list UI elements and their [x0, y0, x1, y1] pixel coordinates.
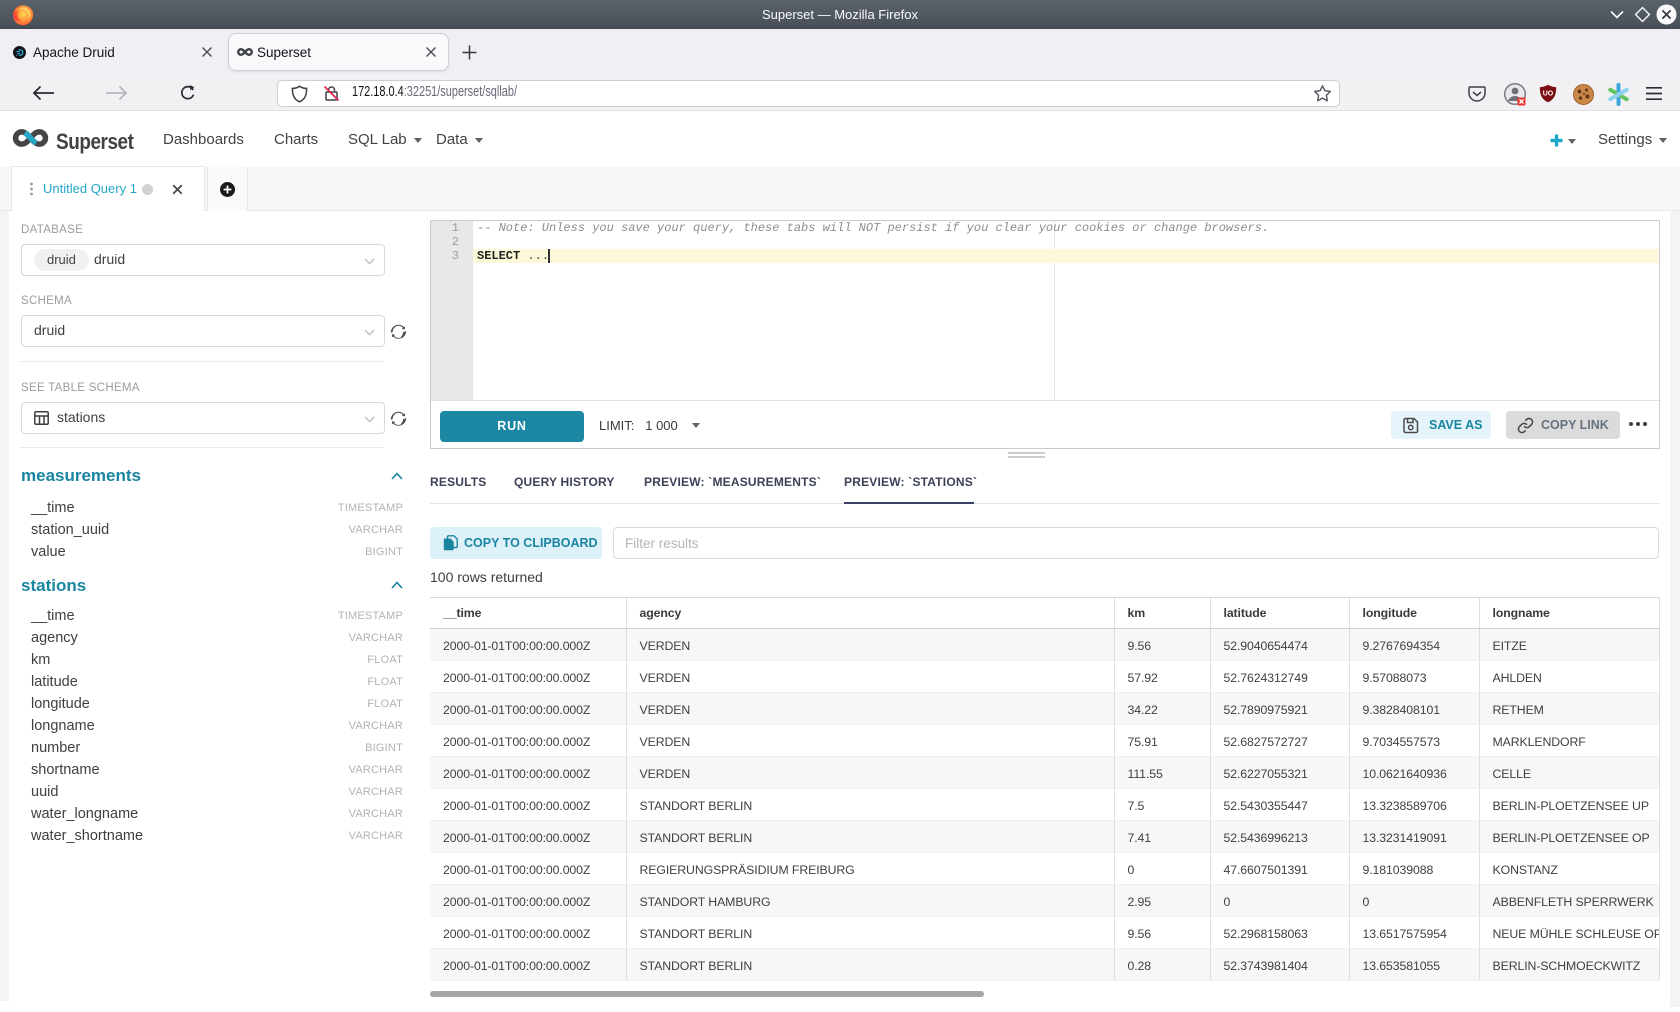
- svg-text:UO: UO: [1543, 91, 1554, 98]
